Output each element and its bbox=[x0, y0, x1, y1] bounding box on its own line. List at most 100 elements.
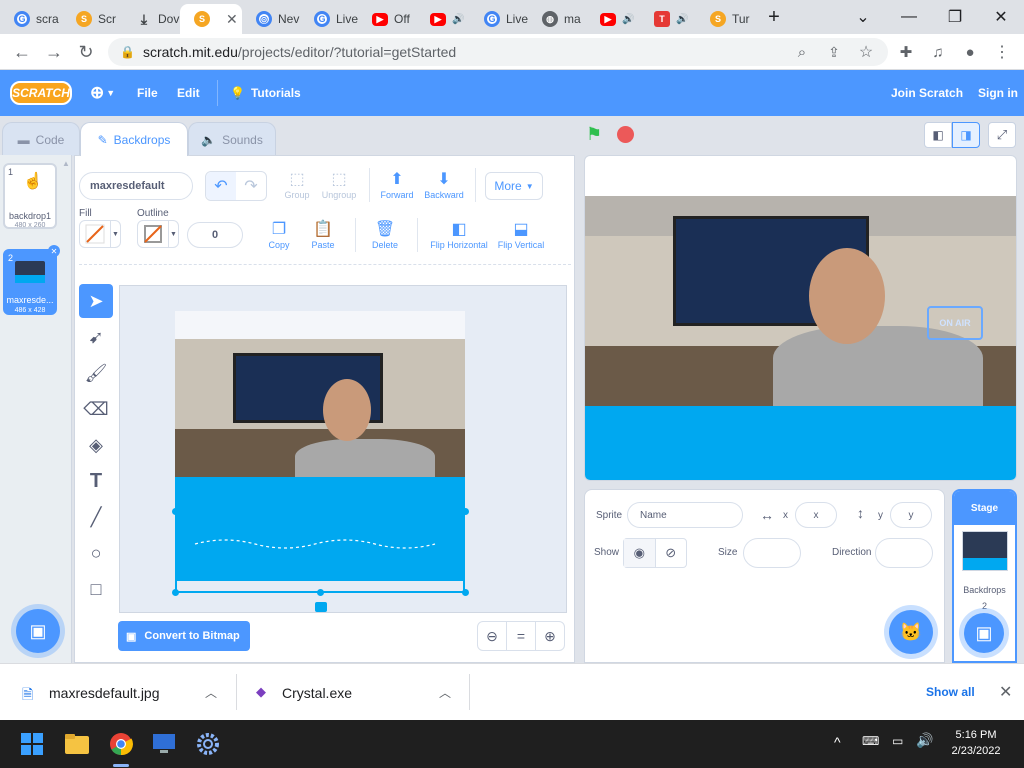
costume-name-input[interactable]: maxresdefault bbox=[79, 172, 193, 200]
minimize-button[interactable]: — bbox=[886, 0, 932, 34]
ungroup-button[interactable]: ⬚ Ungroup bbox=[319, 170, 359, 200]
chevron-up-icon[interactable]: ︿ bbox=[439, 684, 451, 701]
brush-tool[interactable]: 🖌 bbox=[79, 356, 113, 390]
sign-in-link[interactable]: Sign in bbox=[978, 70, 1018, 116]
monitor-icon[interactable]: ▭ bbox=[892, 734, 903, 748]
fullscreen-icon[interactable]: ⤢ bbox=[988, 122, 1016, 148]
stop-button[interactable] bbox=[617, 126, 634, 143]
flip-horizontal-button[interactable]: ◧ Flip Horizontal bbox=[427, 220, 491, 250]
green-flag-icon[interactable]: ⚑ bbox=[586, 124, 602, 145]
choose-sprite-button[interactable]: 🐱 bbox=[889, 610, 933, 654]
browser-tab-active[interactable]: S ✕ bbox=[180, 4, 242, 34]
close-window-button[interactable]: ✕ bbox=[978, 0, 1024, 34]
settings-gear-icon[interactable] bbox=[192, 728, 224, 760]
url-bar[interactable]: 🔒 scratch.mit.edu/projects/editor/?tutor… bbox=[108, 38, 888, 66]
normal-stage-button[interactable]: ◨ bbox=[952, 122, 980, 148]
sprite-name-input[interactable]: Name bbox=[627, 502, 743, 528]
flip-vertical-button[interactable]: ⬓ Flip Vertical bbox=[495, 220, 547, 250]
backdrop-thumbnail[interactable]: 1 ☝ backdrop1 480 x 260 bbox=[3, 163, 57, 229]
zoom-in-icon[interactable]: ⊕ bbox=[536, 622, 564, 650]
text-tool[interactable]: T bbox=[79, 464, 113, 498]
outline-color-picker[interactable]: ▼ bbox=[137, 220, 179, 248]
selection-handle[interactable] bbox=[462, 508, 469, 515]
eye-off-icon[interactable]: ⊘ bbox=[654, 539, 687, 567]
undo-button[interactable]: ↶ bbox=[206, 172, 236, 200]
direction-input[interactable] bbox=[875, 538, 933, 568]
scroll-up-icon[interactable]: ▲ bbox=[62, 159, 70, 168]
scratch-logo[interactable]: SCRATCH bbox=[10, 81, 72, 105]
rectangle-tool[interactable]: □ bbox=[79, 572, 113, 606]
download-item-1[interactable]: maxresdefault.jpg bbox=[49, 685, 160, 701]
delete-button[interactable]: 🗑 Delete bbox=[365, 220, 405, 250]
convert-to-bitmap-button[interactable]: ▣ Convert to Bitmap bbox=[118, 621, 250, 651]
browser-tab[interactable]: Gscra bbox=[0, 4, 62, 34]
bookmark-star-icon[interactable]: ☆ bbox=[854, 40, 878, 64]
browser-tab[interactable]: T 🔊 bbox=[640, 4, 696, 34]
volume-icon[interactable]: 🔊 bbox=[916, 732, 933, 749]
forward-button[interactable]: → bbox=[42, 40, 66, 64]
browser-tab[interactable]: G Live bbox=[300, 4, 358, 34]
selection-handle[interactable] bbox=[317, 589, 324, 596]
file-menu[interactable]: File bbox=[137, 70, 158, 116]
browser-tab[interactable]: ◍ ma bbox=[528, 4, 586, 34]
tab-sounds[interactable]: 🔈 Sounds bbox=[188, 122, 276, 156]
y-input[interactable]: y bbox=[890, 502, 932, 528]
line-tool[interactable]: ╱ bbox=[79, 500, 113, 534]
browser-tab[interactable]: ⤓ Dov bbox=[122, 4, 180, 34]
paint-canvas[interactable] bbox=[119, 285, 567, 613]
tutorials-menu[interactable]: 💡 Tutorials bbox=[230, 70, 301, 116]
keyboard-icon[interactable]: ⌨ bbox=[862, 734, 879, 748]
profile-icon[interactable]: ● bbox=[958, 40, 982, 64]
selection-handle[interactable] bbox=[172, 508, 179, 515]
eraser-tool[interactable]: ⌫ bbox=[79, 392, 113, 426]
language-globe-icon[interactable]: ⊕ ▼ bbox=[90, 70, 115, 116]
chevron-up-icon[interactable]: ︿ bbox=[205, 684, 217, 701]
eye-icon[interactable]: ◉ bbox=[624, 539, 655, 567]
restore-button[interactable]: ❐ bbox=[932, 0, 978, 34]
back-button[interactable]: ← bbox=[10, 40, 34, 64]
redo-button[interactable]: ↷ bbox=[236, 172, 266, 200]
share-icon[interactable]: ⇪ bbox=[822, 40, 846, 64]
clock-time[interactable]: 5:16 PM bbox=[944, 729, 1008, 741]
close-icon[interactable]: ✕ bbox=[999, 682, 1012, 702]
outline-width-input[interactable]: 0 bbox=[187, 222, 243, 248]
edit-menu[interactable]: Edit bbox=[177, 70, 200, 116]
fill-color-picker[interactable]: ▼ bbox=[79, 220, 121, 248]
backward-button[interactable]: ⬇ Backward bbox=[421, 170, 467, 200]
paste-button[interactable]: 📋 Paste bbox=[303, 220, 343, 250]
copy-button[interactable]: ❐ Copy bbox=[261, 220, 297, 250]
browser-tab[interactable]: ▶ Off bbox=[358, 4, 416, 34]
more-button[interactable]: More ▼ bbox=[485, 172, 543, 200]
browser-tab[interactable]: ▶ 🔊 bbox=[586, 4, 640, 34]
select-tool[interactable]: ➤ bbox=[79, 284, 113, 318]
windows-start-icon[interactable] bbox=[16, 728, 48, 760]
backdrop-thumbnail-selected[interactable]: 2 maxresde... 486 x 428 bbox=[3, 249, 57, 315]
tab-search-icon[interactable]: ⌄ bbox=[840, 0, 886, 34]
join-scratch-link[interactable]: Join Scratch bbox=[891, 70, 963, 116]
browser-tab[interactable]: S Tur bbox=[696, 4, 754, 34]
show-all-link[interactable]: Show all bbox=[926, 685, 975, 699]
close-tab-icon[interactable]: ✕ bbox=[226, 11, 238, 28]
browser-tab[interactable]: ▶ 🔊 bbox=[416, 4, 470, 34]
new-tab-button[interactable]: + bbox=[754, 0, 794, 34]
chevron-up-icon[interactable]: ^ bbox=[834, 734, 841, 750]
forward-button[interactable]: ⬆ Forward bbox=[377, 170, 417, 200]
chrome-icon[interactable] bbox=[105, 728, 137, 760]
media-icon[interactable]: ♫ bbox=[926, 40, 950, 64]
tab-backdrops[interactable]: ✎ Backdrops bbox=[80, 122, 188, 156]
file-explorer-icon[interactable] bbox=[61, 728, 93, 760]
x-input[interactable]: x bbox=[795, 502, 837, 528]
size-input[interactable] bbox=[743, 538, 801, 568]
stage-selector[interactable]: Stage Backdrops 2 ▣ bbox=[952, 489, 1017, 663]
extensions-icon[interactable]: ✚ bbox=[894, 40, 918, 64]
zoom-icon[interactable]: ⌕ bbox=[790, 40, 814, 64]
tab-code[interactable]: ▬ Code bbox=[2, 122, 80, 156]
selection-handle[interactable] bbox=[172, 589, 179, 596]
small-stage-button[interactable]: ◧ bbox=[924, 122, 952, 148]
circle-tool[interactable]: ○ bbox=[79, 536, 113, 570]
browser-tab[interactable]: S Scr bbox=[62, 4, 122, 34]
reshape-tool[interactable]: ➹ bbox=[79, 320, 113, 354]
selection-handle[interactable] bbox=[462, 589, 469, 596]
clock-date[interactable]: 2/23/2022 bbox=[944, 745, 1008, 757]
download-item-2[interactable]: Crystal.exe bbox=[282, 685, 352, 701]
